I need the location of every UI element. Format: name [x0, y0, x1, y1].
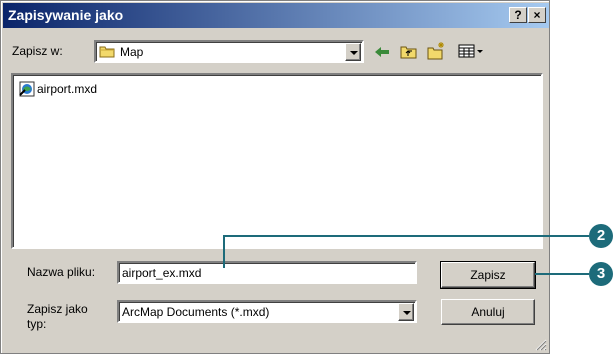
callout-line-2-horizontal: [223, 235, 589, 237]
close-button[interactable]: ×: [528, 7, 546, 23]
save-in-label: Zapisz w:: [12, 44, 63, 58]
filetype-label-line2: typ:: [27, 317, 47, 331]
folder-icon: [99, 44, 116, 58]
chevron-down-icon[interactable]: [398, 303, 414, 321]
title-bar[interactable]: Zapisywanie jako ? ×: [3, 3, 549, 28]
callout-line-3: [535, 273, 589, 275]
callout-badge-2: 2: [589, 224, 613, 248]
dialog-title: Zapisywanie jako: [8, 7, 124, 23]
filetype-value: ArcMap Documents (*.mxd): [122, 305, 270, 319]
help-button[interactable]: ?: [509, 7, 527, 23]
save-in-combo[interactable]: Map: [94, 40, 364, 63]
up-folder-icon[interactable]: [400, 43, 418, 60]
save-button[interactable]: Zapisz: [440, 261, 536, 289]
filetype-label: Zapisz jako typ:: [27, 302, 88, 332]
callout-line-2-vertical: [223, 235, 225, 268]
file-name: airport.mxd: [37, 82, 98, 96]
arcmap-document-icon: [19, 81, 35, 97]
view-menu-icon[interactable]: [458, 44, 484, 59]
chevron-down-icon[interactable]: [345, 43, 361, 61]
back-arrow-icon[interactable]: [373, 45, 391, 59]
save-in-value: Map: [120, 45, 144, 59]
filetype-combo[interactable]: ArcMap Documents (*.mxd): [117, 300, 417, 323]
new-folder-icon[interactable]: [427, 40, 447, 60]
save-as-dialog: Zapisywanie jako ? × Zapisz w: Map airpo…: [0, 0, 550, 354]
callout-badge-3: 3: [589, 262, 613, 286]
filename-label: Nazwa pliku:: [27, 265, 96, 279]
filetype-label-line1: Zapisz jako: [27, 302, 88, 316]
cancel-button[interactable]: Anuluj: [441, 299, 535, 325]
filename-field[interactable]: airport_ex.mxd: [117, 261, 417, 284]
resize-grip-icon[interactable]: [533, 337, 547, 351]
file-list[interactable]: airport.mxd: [11, 73, 543, 249]
filename-value: airport_ex.mxd: [122, 266, 202, 280]
